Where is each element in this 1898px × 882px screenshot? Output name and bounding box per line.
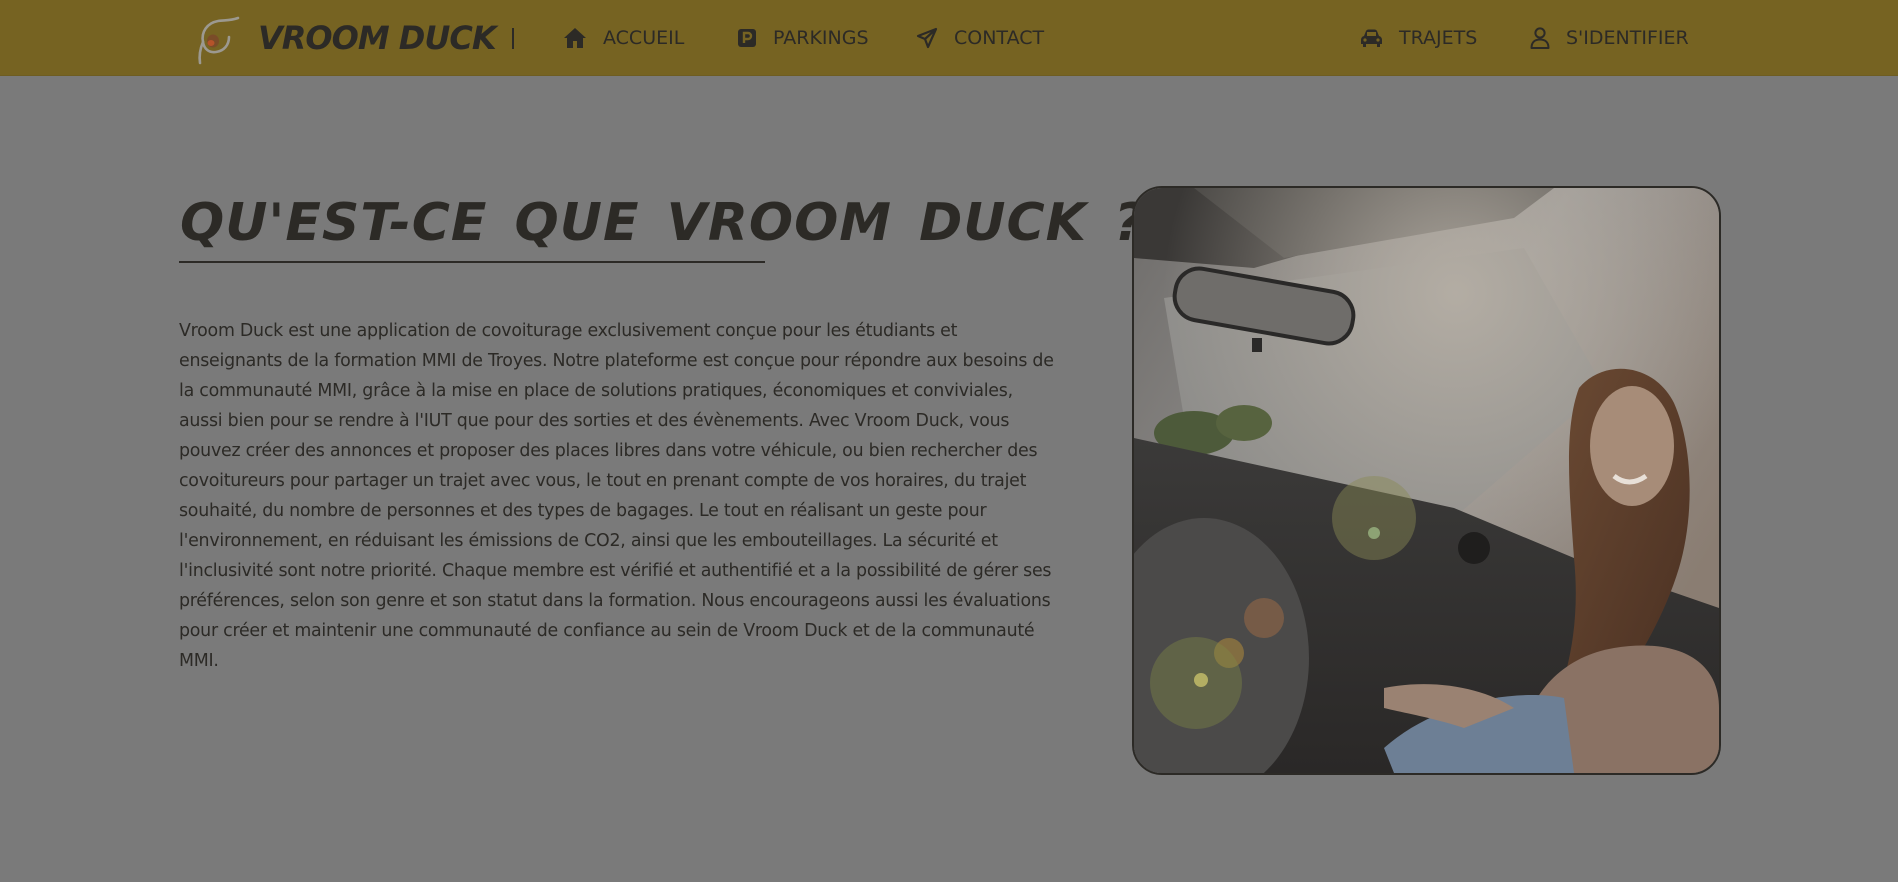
nav-item-accueil[interactable]: ACCUEIL (563, 20, 684, 56)
nav-label-parkings: PARKINGS (773, 27, 869, 49)
nav-label-trajets: TRAJETS (1399, 27, 1478, 49)
about-description: Vroom Duck est une application de covoit… (179, 321, 1054, 671)
title-underline (179, 261, 765, 263)
home-icon (563, 27, 587, 49)
nav-label-contact: CONTACT (954, 27, 1045, 49)
parking-icon (737, 28, 757, 48)
nav-item-contact[interactable]: CONTACT (916, 20, 1044, 56)
brand-name[interactable]: VROOM DUCK (258, 16, 497, 60)
carpool-photo (1132, 186, 1721, 775)
brand-divider (512, 28, 514, 49)
nav-item-login[interactable]: S'IDENTIFIER (1530, 20, 1689, 56)
nav-item-trajets[interactable]: TRAJETS (1360, 20, 1477, 56)
car-icon (1360, 28, 1383, 48)
nav-item-parkings[interactable]: PARKINGS (737, 20, 869, 56)
duck-logo-icon[interactable] (194, 15, 244, 65)
nav-label-login: S'IDENTIFIER (1566, 27, 1689, 49)
nav-label-accueil: ACCUEIL (603, 27, 685, 49)
navbar: VROOM DUCK ACCUEIL PARKINGS CONTACT TRAJ… (0, 0, 1898, 76)
paper-plane-icon (916, 27, 938, 49)
user-icon (1530, 27, 1550, 49)
page-title: QU'EST-CE QUE VROOM DUCK ? (180, 193, 1146, 253)
